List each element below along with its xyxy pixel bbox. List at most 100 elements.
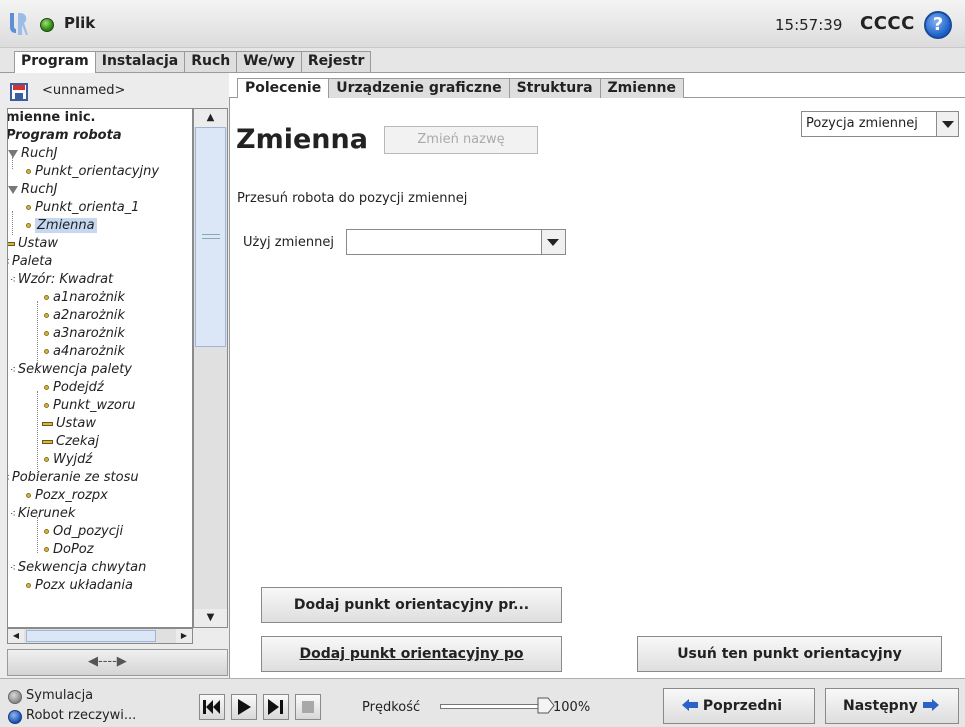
tree-item[interactable]: ⁖Pobieranie ze stosu: [8, 469, 139, 488]
waypoint-icon: [26, 169, 31, 174]
arrow-left-icon: [682, 699, 698, 711]
tree-item[interactable]: Pozx układania: [26, 577, 133, 595]
tree-item-label: RuchJ: [21, 182, 58, 197]
tree-item[interactable]: RuchJ: [8, 181, 58, 199]
previous-button[interactable]: Poprzedni: [663, 688, 815, 724]
tree-item[interactable]: a2narożnik: [44, 307, 125, 325]
tree-item[interactable]: Pozx_rozpx: [26, 487, 108, 505]
scroll-left-icon[interactable]: ◀: [8, 629, 24, 643]
pallet-icon: ⁖: [8, 254, 10, 272]
tab-structure[interactable]: Struktura: [508, 78, 601, 98]
play-button[interactable]: [231, 694, 257, 720]
speed-label: Prędkość: [362, 700, 421, 715]
waypoint-icon: [44, 529, 49, 534]
next-label: Następny: [843, 698, 918, 714]
stop-button[interactable]: [295, 694, 321, 720]
real-robot-label: Robot rzeczywi...: [26, 708, 137, 723]
file-menu[interactable]: Plik: [64, 14, 95, 32]
tree-item-label: Punkt_wzoru: [53, 398, 136, 413]
save-program-icon[interactable]: [10, 83, 28, 101]
tree-item[interactable]: Podejdź: [44, 379, 104, 397]
tab-move[interactable]: Ruch: [184, 51, 238, 72]
tree-item-label: Czekaj: [56, 434, 100, 449]
tree-item[interactable]: Od_pozycji: [44, 523, 123, 541]
tree-vertical-scrollbar[interactable]: ▲ ▼: [193, 108, 228, 628]
tree-item-label: Podejdź: [53, 380, 104, 395]
scroll-down-icon[interactable]: ▼: [194, 609, 227, 627]
tree-item-label: Program robota: [7, 128, 122, 143]
tree-item[interactable]: a4narożnik: [44, 343, 125, 361]
scroll-right-icon[interactable]: ▶: [176, 629, 192, 643]
rename-button[interactable]: Zmień nazwę: [384, 126, 538, 154]
scroll-thumb[interactable]: [26, 630, 156, 642]
sequence-icon: ⁖: [10, 365, 16, 376]
step-button[interactable]: [263, 694, 289, 720]
tree-item-label: Pozx układania: [35, 578, 133, 593]
help-icon[interactable]: ?: [924, 11, 952, 39]
tab-variables[interactable]: Zmienne: [599, 78, 684, 98]
tree-item[interactable]: RuchJ: [8, 145, 58, 163]
tree-item[interactable]: ⁖ Kierunek: [10, 505, 75, 523]
real-robot-radio[interactable]: [8, 710, 22, 724]
tree-item[interactable]: Ustaw: [42, 415, 96, 433]
tree-item-label: Punkt_orienta_1: [35, 200, 140, 215]
tree-item[interactable]: ⁖Paleta: [8, 253, 52, 272]
tree-item[interactable]: ⁖ Sekwencja palety: [10, 361, 132, 379]
tree-item[interactable]: a1narożnik: [44, 289, 125, 307]
move-icon: [8, 149, 18, 158]
next-button[interactable]: Następny: [825, 688, 959, 724]
program-tree[interactable]: mienne inic. Program robota RuchJ Punkt_…: [7, 108, 193, 628]
stack-icon: ⁖: [8, 470, 10, 488]
tree-item-label: Punkt_orientacyjny: [35, 164, 160, 179]
tree-item-label: DoPoz: [53, 542, 94, 557]
tree-item[interactable]: Punkt_wzoru: [44, 397, 135, 415]
tree-item-label: a4narożnik: [53, 344, 125, 359]
add-waypoint-after-button[interactable]: Dodaj punkt orientacyjny po: [261, 636, 562, 672]
tab-log[interactable]: Rejestr: [300, 51, 372, 72]
add-waypoint-after-label: Dodaj punkt orientacyjny po: [299, 646, 524, 662]
tab-program[interactable]: Program: [14, 51, 96, 73]
delete-waypoint-button[interactable]: Usuń ten punkt orientacyjny: [637, 636, 942, 672]
resize-panel-button[interactable]: ◀----▶: [7, 649, 228, 676]
waypoint-icon: [44, 547, 49, 552]
skip-start-button[interactable]: [199, 694, 225, 720]
arrow-right-icon: [922, 699, 939, 711]
variable-select[interactable]: [346, 229, 566, 255]
direction-icon: ⁖: [10, 509, 16, 520]
tab-io[interactable]: We/wy: [236, 51, 302, 72]
tree-item[interactable]: Czekaj: [42, 433, 99, 451]
tree-item-label: Wzór: Kwadrat: [17, 272, 114, 287]
speed-value: 100%: [553, 700, 591, 715]
tree-horizontal-scrollbar[interactable]: ◀ ▶: [7, 628, 193, 644]
speed-slider-track[interactable]: [440, 704, 540, 709]
tree-item-label: a3narożnik: [53, 326, 125, 341]
tab-installation[interactable]: Instalacja: [94, 51, 186, 72]
tree-item[interactable]: Ustaw: [8, 235, 58, 253]
tab-command[interactable]: Polecenie: [237, 78, 330, 98]
move-icon: [8, 185, 18, 194]
add-waypoint-before-button[interactable]: Dodaj punkt orientacyjny pr...: [261, 587, 562, 623]
program-name: <unnamed>: [42, 83, 126, 98]
tree-item-selected[interactable]: Zmienna: [26, 217, 97, 235]
tree-item[interactable]: DoPoz: [44, 541, 94, 559]
previous-label: Poprzedni: [702, 698, 783, 714]
tree-item[interactable]: Program robota: [7, 127, 122, 145]
simulation-radio[interactable]: [8, 690, 22, 704]
resize-arrows-icon: ◀----▶: [88, 654, 127, 669]
tree-item[interactable]: Punkt_orienta_1: [26, 199, 139, 217]
scroll-up-icon[interactable]: ▲: [194, 109, 227, 127]
tree-item-label: Wyjdź: [53, 452, 93, 467]
waypoint-type-select[interactable]: Pozycja zmiennej: [801, 111, 959, 137]
robot-name: CCCC: [860, 13, 915, 34]
tab-graphics[interactable]: Urządzenie graficzne: [328, 78, 510, 98]
tree-item[interactable]: Wyjdź: [44, 451, 92, 469]
sequence-icon: ⁖: [10, 563, 16, 574]
tree-item[interactable]: a3narożnik: [44, 325, 125, 343]
tree-item[interactable]: Punkt_orientacyjny: [26, 163, 159, 181]
tree-item[interactable]: ⁖ Wzór: Kwadrat: [10, 271, 113, 289]
scroll-thumb[interactable]: [195, 127, 226, 347]
tree-item-label: Sekwencja chwytan: [17, 560, 147, 575]
tree-item[interactable]: mienne inic.: [8, 109, 95, 127]
tree-item[interactable]: ⁖ Sekwencja chwytan: [10, 559, 146, 577]
tree-item-label: Zmienna: [35, 218, 97, 233]
